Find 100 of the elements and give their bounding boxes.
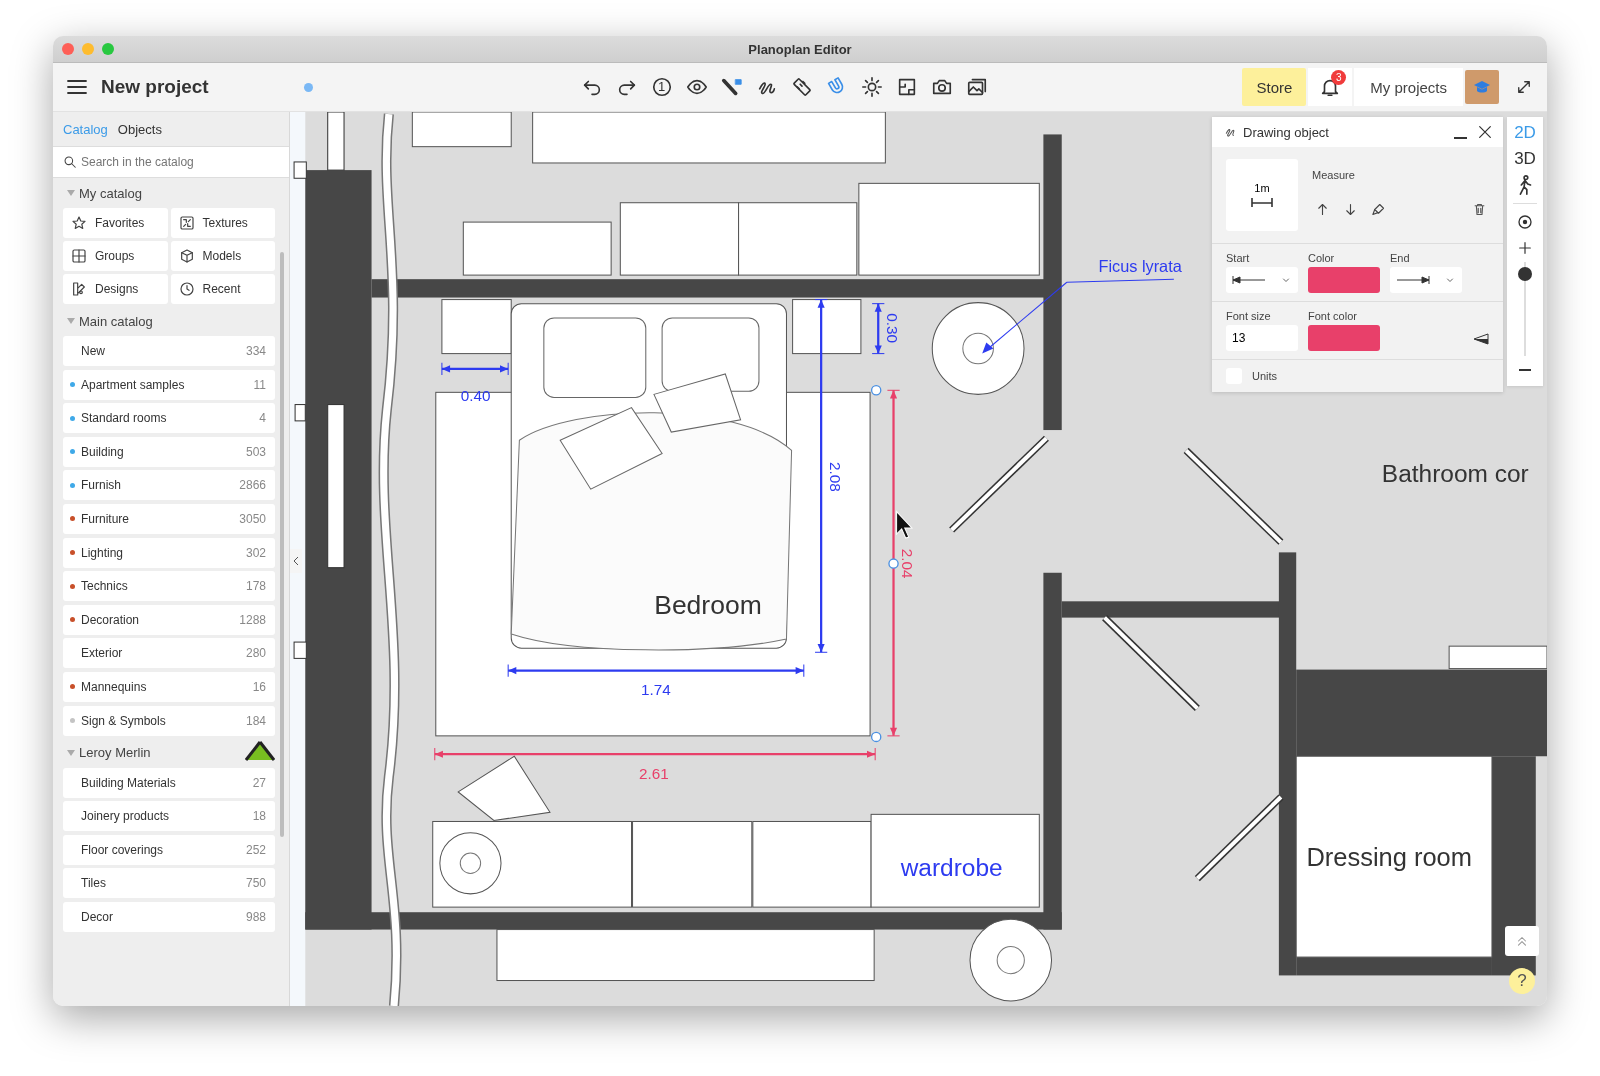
toolbar-button[interactable]: 1 (647, 73, 676, 101)
section-title[interactable]: Leroy Merlin (79, 745, 151, 761)
item-label: Apartment samples (81, 377, 185, 392)
catalog-tile[interactable]: Favorites (63, 208, 168, 238)
catalog-tab[interactable]: Objects (117, 120, 162, 138)
item-count: 4 (259, 411, 266, 426)
resize-handle[interactable] (870, 731, 882, 743)
close-icon (1477, 124, 1493, 140)
nightstand-drawing (792, 299, 862, 355)
chevron-left-icon (293, 556, 299, 566)
font-size-field[interactable]: 13 (1226, 325, 1298, 351)
resize-handle[interactable] (888, 558, 899, 569)
room-label: Bedroom (654, 589, 762, 620)
catalog-tile[interactable]: Groups (63, 241, 168, 271)
store-button[interactable]: Store (1242, 68, 1307, 106)
catalog-item[interactable]: Tiles 750 (63, 868, 275, 899)
section-title[interactable]: Main catalog (79, 313, 153, 329)
end-marker-dropdown[interactable] (1390, 267, 1462, 293)
window-title: Planoplan Editor (748, 41, 852, 57)
field-label: Color (1308, 252, 1336, 264)
catalog-item[interactable]: Sign & Symbols 184 (63, 705, 275, 736)
font-color-swatch[interactable] (1308, 325, 1380, 351)
item-label: Technics (81, 579, 128, 594)
resize-handle[interactable] (870, 385, 882, 396)
item-count: 503 (245, 444, 266, 459)
dimension-label: 0.30 (884, 313, 902, 343)
dimension-line[interactable] (507, 664, 805, 678)
double-chevron-up-icon (1515, 934, 1529, 948)
item-label: Furnish (81, 478, 121, 493)
catalog-item[interactable]: Furnish 2866 (63, 470, 275, 501)
item-count: 750 (245, 876, 266, 891)
dimension-line[interactable] (871, 303, 885, 355)
catalog-item[interactable]: Apartment samples 11 (63, 369, 275, 400)
dimension-line[interactable] (814, 299, 828, 653)
field-label: Font size (1226, 310, 1272, 322)
search-field[interactable]: Search in the catalog (53, 147, 289, 177)
catalog-item[interactable]: Building Materials 27 (63, 767, 275, 798)
dimension-label: 2.08 (827, 462, 845, 492)
my-projects-button[interactable]: My projects (1354, 68, 1463, 106)
plant-drawing (439, 832, 502, 895)
graduation-cap-icon (1473, 79, 1491, 95)
catalog-item[interactable]: Standard rooms 4 (63, 403, 275, 434)
item-label: Furniture (81, 511, 130, 526)
view-mode-button[interactable]: 3D (1514, 147, 1536, 171)
catalog-item[interactable]: Mannequins 16 (63, 671, 275, 702)
catalog-item[interactable]: Decor 988 (63, 901, 275, 932)
star-icon (71, 215, 87, 231)
sun-icon (860, 76, 883, 98)
item-count: 252 (245, 842, 266, 857)
grid-icon (71, 248, 87, 264)
arrow-start-icon (1232, 275, 1266, 285)
notification-badge: 3 (1331, 70, 1347, 85)
catalog-item[interactable]: Decoration 1288 (63, 604, 275, 635)
room-label: Bathroom cor (1381, 460, 1529, 488)
column-marker (294, 404, 306, 422)
item-label: Standard rooms (81, 411, 167, 426)
target-icon (1516, 213, 1534, 231)
item-count: 178 (245, 579, 266, 594)
help-button[interactable]: ? (1509, 968, 1535, 994)
catalog-item[interactable]: New 334 (63, 336, 275, 366)
panel-title: Drawing object (1243, 124, 1330, 140)
minus-icon (1519, 369, 1531, 371)
notifications-button[interactable]: 3 (1308, 68, 1353, 106)
item-count: 988 (245, 909, 266, 924)
collapse-button[interactable] (290, 549, 302, 573)
designs-icon (71, 281, 87, 297)
catalog-tile[interactable]: Recent (170, 274, 275, 304)
catalog-tile[interactable]: Designs (63, 274, 168, 304)
catalog-item[interactable]: Lighting 302 (63, 537, 275, 568)
catalog-item[interactable]: Furniture 3050 (63, 503, 275, 534)
images-icon (965, 76, 988, 98)
dimension-line[interactable] (886, 389, 901, 737)
item-label: Decoration (81, 612, 140, 627)
catalog-item[interactable]: Exterior 280 (63, 638, 275, 669)
item-label: Joinery products (81, 809, 170, 824)
dimension-line[interactable] (441, 362, 509, 376)
item-count: 16 (252, 679, 266, 694)
catalog-tile[interactable]: Models (170, 241, 275, 271)
item-label: Building (81, 444, 124, 459)
item-label: Tiles (81, 876, 106, 891)
plus-icon (1517, 240, 1533, 256)
plant-label: Ficus lyrata (1098, 257, 1182, 276)
section-title[interactable]: My catalog (79, 185, 142, 201)
item-count: 2866 (239, 478, 266, 493)
catalog-item[interactable]: Joinery products 18 (63, 801, 275, 832)
cube-icon (178, 248, 195, 264)
room-label: Dressing room (1306, 843, 1472, 872)
item-label: Lighting (81, 545, 124, 560)
catalog-item[interactable]: Technics 178 (63, 571, 275, 602)
measure-icon (1250, 196, 1274, 208)
slider-thumb[interactable] (1518, 266, 1532, 281)
catalog-item[interactable]: Building 503 (63, 436, 275, 467)
item-count: 334 (245, 344, 266, 358)
catalog-tile[interactable]: Textures (170, 208, 275, 238)
dimension-line[interactable] (434, 747, 876, 761)
start-marker-dropdown[interactable] (1226, 267, 1298, 293)
scrollbar[interactable] (280, 252, 284, 837)
catalog-item[interactable]: Floor coverings 252 (63, 834, 275, 865)
color-swatch[interactable] (1308, 267, 1380, 293)
text-position-button[interactable] (1473, 333, 1489, 345)
